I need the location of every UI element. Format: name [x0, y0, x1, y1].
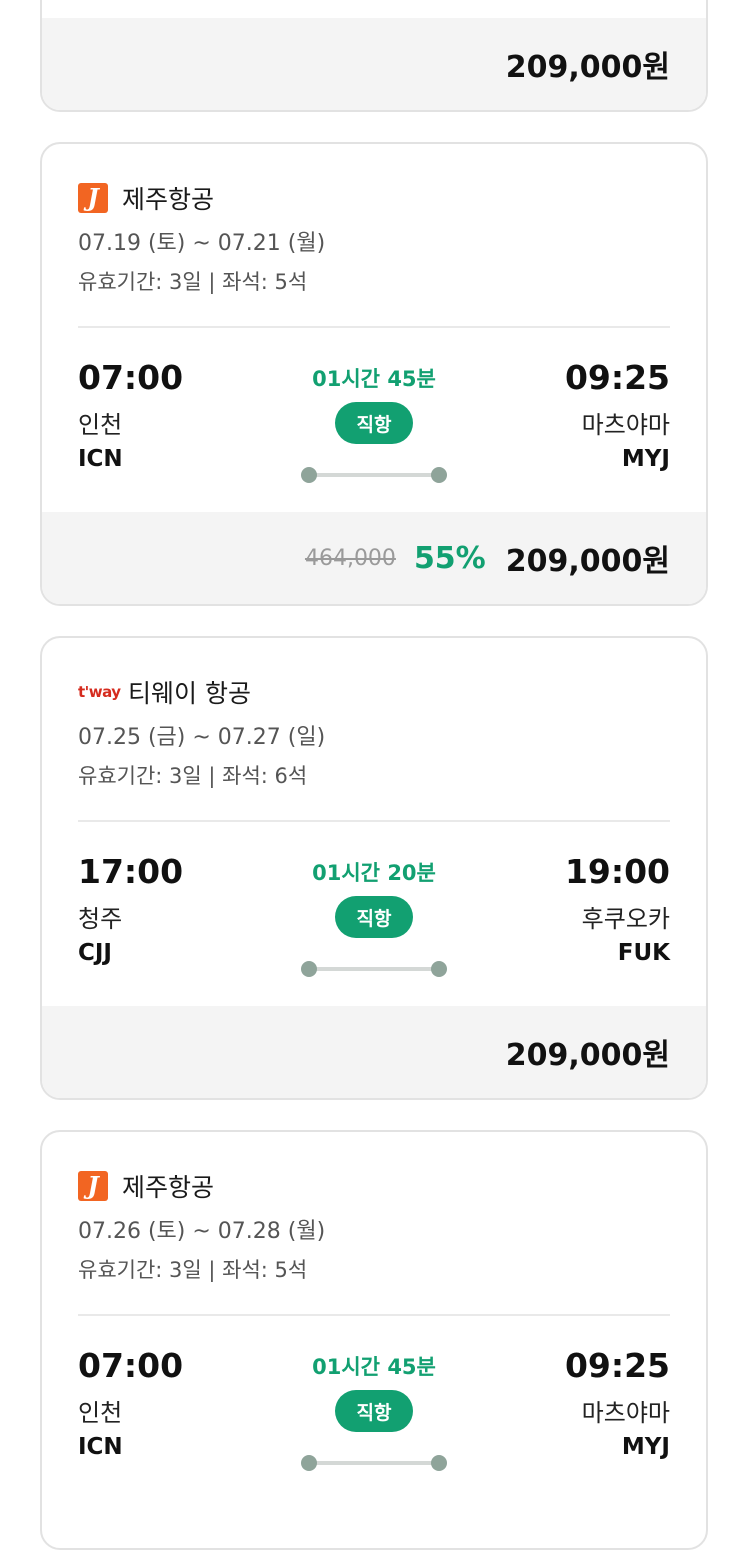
- route-line-icon: [301, 1454, 447, 1472]
- original-price: 464,000: [304, 545, 396, 571]
- validity-seats: 유효기간: 3일 | 좌석: 5석: [78, 270, 308, 294]
- airline-row: J 제주항공: [78, 1166, 670, 1206]
- departure-city: 인천: [78, 411, 123, 439]
- price-bar: 209,000원: [42, 18, 706, 110]
- jeju-air-logo-icon: J: [78, 1171, 108, 1201]
- airline-row: t'way 티웨이 항공: [78, 672, 670, 712]
- price-bar: 209,000원: [42, 1006, 706, 1098]
- arrival-time: 19:00: [564, 852, 670, 891]
- route-line-icon: [301, 466, 447, 484]
- arrival-city: 마츠야마: [581, 1399, 670, 1427]
- flight-card[interactable]: t'way 티웨이 항공 07.25 (금) ~ 07.27 (일) 유효기간:…: [40, 636, 708, 1100]
- route-line-icon: [301, 960, 447, 978]
- travel-dates: 07.26 (토) ~ 07.28 (월): [78, 1219, 326, 1244]
- departure-code: ICN: [78, 1434, 123, 1460]
- price: 209,000원: [505, 50, 670, 85]
- validity-seats: 유효기간: 3일 | 좌석: 5석: [78, 1258, 308, 1282]
- arrival-code: FUK: [617, 940, 670, 966]
- route-info: 07:00 인천 ICN 01시간 45분 직항 09:25 마츠야마 MYJ: [78, 328, 670, 483]
- flight-card[interactable]: J 제주항공 07.26 (토) ~ 07.28 (월) 유효기간: 3일 | …: [40, 1130, 708, 1550]
- arrival-code: MYJ: [621, 446, 670, 472]
- arrival-code: MYJ: [621, 1434, 670, 1460]
- tway-air-logo-icon: t'way: [78, 683, 121, 701]
- price: 209,000원: [505, 544, 670, 579]
- direct-flight-badge: 직항: [335, 402, 413, 444]
- route-info: 07:00 인천 ICN 01시간 45분 직항 09:25 마츠야마 MYJ: [78, 1316, 670, 1471]
- route-info: 17:00 청주 CJJ 01시간 20분 직항 19:00 후쿠오카 FUK: [78, 822, 670, 977]
- airline-name: 제주항공: [122, 185, 215, 214]
- arrival-time: 09:25: [564, 1346, 670, 1385]
- airline-name: 티웨이 항공: [128, 679, 251, 708]
- jeju-air-logo-icon: J: [78, 183, 108, 213]
- direct-flight-badge: 직항: [335, 896, 413, 938]
- flight-card[interactable]: 209,000원: [40, 0, 708, 112]
- airline-name: 제주항공: [122, 1173, 215, 1202]
- validity-seats: 유효기간: 3일 | 좌석: 6석: [78, 764, 308, 788]
- price-bar: 464,000 55% 209,000원: [42, 512, 706, 604]
- arrival-city: 마츠야마: [581, 411, 670, 439]
- departure-city: 인천: [78, 1399, 123, 1427]
- travel-dates: 07.25 (금) ~ 07.27 (일): [78, 725, 326, 750]
- departure-city: 청주: [78, 905, 123, 933]
- arrival-time: 09:25: [564, 358, 670, 397]
- airline-row: J 제주항공: [78, 178, 670, 218]
- travel-dates: 07.19 (토) ~ 07.21 (월): [78, 231, 326, 256]
- discount-rate: 55%: [413, 540, 486, 576]
- direct-flight-badge: 직항: [335, 1390, 413, 1432]
- departure-code: CJJ: [78, 940, 112, 966]
- departure-code: ICN: [78, 446, 123, 472]
- arrival-city: 후쿠오카: [581, 905, 670, 933]
- price: 209,000원: [505, 1038, 670, 1073]
- flight-card[interactable]: J 제주항공 07.19 (토) ~ 07.21 (월) 유효기간: 3일 | …: [40, 142, 708, 606]
